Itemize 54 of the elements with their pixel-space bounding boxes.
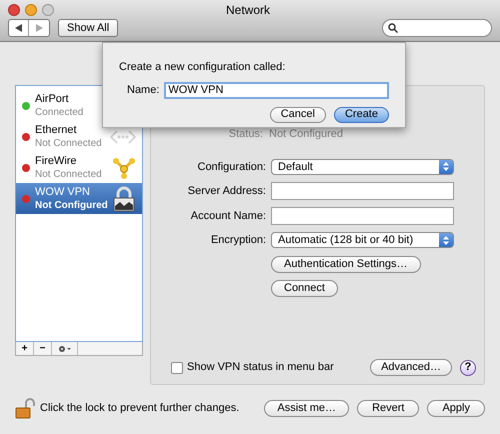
checkbox-label: Show VPN status in menu bar (187, 360, 334, 376)
assist-me-button[interactable]: Assist me… (264, 400, 350, 416)
name-label: Name: (127, 82, 160, 98)
right-triangle-icon (36, 24, 42, 32)
arrows-icon (110, 128, 136, 144)
popup-menu[interactable]: Automatic (128 bit or 40 bit) (271, 232, 454, 248)
remove-button[interactable]: − (34, 342, 52, 355)
field-label: Encryption: (210, 233, 266, 248)
authentication-settings-button[interactable]: Authentication Settings… (271, 256, 421, 272)
padlock-icon (112, 186, 136, 212)
text-field[interactable] (271, 182, 454, 200)
firewire-icon (112, 156, 136, 180)
advanced-button[interactable]: Advanced… (370, 359, 452, 376)
field-label: Configuration: (196, 160, 266, 174)
popup-menu[interactable]: Default (271, 158, 454, 175)
cancel-button[interactable]: Cancel (270, 106, 326, 122)
show-all-button[interactable]: Show All (58, 19, 118, 37)
service-status: Connected (35, 106, 84, 118)
window-title: Network (226, 2, 271, 19)
help-button[interactable]: ? (460, 360, 476, 376)
search-field[interactable] (382, 19, 492, 37)
zoom-button[interactable] (42, 4, 54, 16)
stepper-icon (439, 160, 453, 174)
service-status: Not Connected (35, 136, 103, 150)
service-item[interactable]: WOW VPN Not Configured (16, 183, 142, 214)
left-triangle-icon (15, 24, 22, 32)
create-button[interactable]: Create (334, 106, 389, 122)
service-name: FireWire (35, 154, 78, 168)
name-field[interactable]: WOW VPN (164, 82, 389, 98)
service-name: WOW VPN (35, 186, 91, 198)
field-label: Account Name: (190, 208, 266, 224)
service-name: AirPort (35, 92, 70, 106)
lock-message: Click the lock to prevent further changes. (40, 400, 240, 416)
checkbox[interactable] (171, 362, 183, 374)
apply-button[interactable]: Apply (427, 400, 485, 416)
add-button[interactable]: + (16, 342, 34, 355)
gear-icon (58, 344, 72, 352)
service-item[interactable]: Ethernet Not Connected (16, 121, 142, 152)
service-name: Ethernet (35, 124, 78, 136)
text-field[interactable] (271, 207, 454, 225)
close-button[interactable] (8, 4, 20, 16)
stepper-icon (439, 233, 453, 248)
connect-button[interactable]: Connect (271, 280, 338, 296)
revert-button[interactable]: Revert (357, 400, 420, 416)
service-status: Not Configured (35, 198, 109, 212)
sheet-prompt: Create a new configuration called: (119, 60, 286, 75)
service-item[interactable]: FireWire Not Connected (16, 152, 142, 183)
status-value: Not Configured (269, 127, 343, 142)
service-status: Not Connected (35, 168, 103, 180)
field-label: Server Address: (186, 184, 266, 199)
status-label: Status: (228, 127, 263, 142)
search-icon (388, 23, 398, 33)
minimize-button[interactable] (25, 4, 37, 16)
open-padlock-icon[interactable] (15, 397, 35, 419)
